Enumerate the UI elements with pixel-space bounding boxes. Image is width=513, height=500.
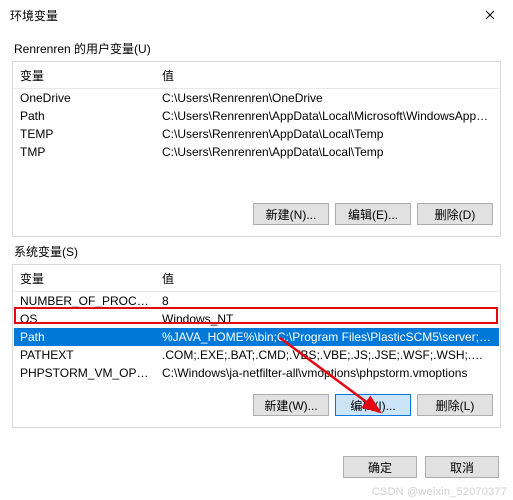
var-name: PHPSTORM_VM_OPTIONS xyxy=(14,365,156,381)
var-name: NUMBER_OF_PROCESSORS xyxy=(14,293,156,309)
var-name: TEMP xyxy=(14,126,156,142)
col-header-name[interactable]: 变量 xyxy=(14,63,156,88)
var-name: OS xyxy=(14,311,156,327)
col-header-value[interactable]: 值 xyxy=(156,63,499,88)
ok-button[interactable]: 确定 xyxy=(343,456,417,478)
watermark: CSDN @weixin_52070377 xyxy=(372,486,507,498)
list-item[interactable]: PROCESSOR_ARCHITECTUREAMD64 xyxy=(14,382,499,386)
cancel-button[interactable]: 取消 xyxy=(425,456,499,478)
system-vars-list[interactable]: 变量 值 NUMBER_OF_PROCESSORS8 OSWindows_NT … xyxy=(14,266,499,386)
list-item[interactable]: PATHEXT.COM;.EXE;.BAT;.CMD;.VBS;.VBE;.JS… xyxy=(14,346,499,364)
var-value: Windows_NT xyxy=(156,311,499,327)
var-value: %JAVA_HOME%\bin;C:\Program Files\Plastic… xyxy=(156,329,499,345)
system-list-header: 变量 值 xyxy=(14,266,499,292)
user-buttons: 新建(N)... 编辑(E)... 删除(D) xyxy=(14,195,499,235)
var-value: .COM;.EXE;.BAT;.CMD;.VBS;.VBE;.JS;.JSE;.… xyxy=(156,347,499,363)
titlebar: 环境变量 xyxy=(0,0,513,30)
edit-user-var-button[interactable]: 编辑(E)... xyxy=(335,203,411,225)
col-header-value[interactable]: 值 xyxy=(156,266,499,291)
col-header-name[interactable]: 变量 xyxy=(14,266,156,291)
edit-system-var-button[interactable]: 编辑(I)... xyxy=(335,394,411,416)
list-item-selected[interactable]: Path%JAVA_HOME%\bin;C:\Program Files\Pla… xyxy=(14,328,499,346)
list-item[interactable]: TMPC:\Users\Renrenren\AppData\Local\Temp xyxy=(14,143,499,161)
dialog-footer: 确定 取消 xyxy=(343,456,499,478)
delete-user-var-button[interactable]: 删除(D) xyxy=(417,203,493,225)
list-item[interactable]: PathC:\Users\Renrenren\AppData\Local\Mic… xyxy=(14,107,499,125)
system-buttons: 新建(W)... 编辑(I)... 删除(L) xyxy=(14,386,499,426)
var-name: OneDrive xyxy=(14,90,156,106)
list-item[interactable]: TEMPC:\Users\Renrenren\AppData\Local\Tem… xyxy=(14,125,499,143)
env-variables-dialog: 环境变量 Renrenren 的用户变量(U) 变量 值 OneDriveC:\… xyxy=(0,0,513,500)
var-value: 8 xyxy=(156,293,499,309)
list-item[interactable]: PHPSTORM_VM_OPTIONSC:\Windows\ja-netfilt… xyxy=(14,364,499,382)
var-name: Path xyxy=(14,329,156,345)
var-name: PROCESSOR_ARCHITECTURE xyxy=(14,383,156,386)
user-list-header: 变量 值 xyxy=(14,63,499,89)
list-item[interactable]: NUMBER_OF_PROCESSORS8 xyxy=(14,292,499,310)
delete-system-var-button[interactable]: 删除(L) xyxy=(417,394,493,416)
user-vars-label: Renrenren 的用户变量(U) xyxy=(14,40,501,57)
user-vars-list[interactable]: 变量 值 OneDriveC:\Users\Renrenren\OneDrive… xyxy=(14,63,499,195)
var-value: C:\Users\Renrenren\AppData\Local\Temp xyxy=(156,126,499,142)
close-button[interactable] xyxy=(475,4,505,26)
var-value: AMD64 xyxy=(156,383,499,386)
var-value: C:\Users\Renrenren\AppData\Local\Temp xyxy=(156,144,499,160)
var-value: C:\Windows\ja-netfilter-all\vmoptions\ph… xyxy=(156,365,499,381)
var-name: TMP xyxy=(14,144,156,160)
var-value: C:\Users\Renrenren\OneDrive xyxy=(156,90,499,106)
user-vars-group: 变量 值 OneDriveC:\Users\Renrenren\OneDrive… xyxy=(12,61,501,237)
var-name: Path xyxy=(14,108,156,124)
window-title: 环境变量 xyxy=(10,7,58,24)
var-value: C:\Users\Renrenren\AppData\Local\Microso… xyxy=(156,108,499,124)
var-name: PATHEXT xyxy=(14,347,156,363)
close-icon xyxy=(485,10,495,20)
dialog-content: Renrenren 的用户变量(U) 变量 值 OneDriveC:\Users… xyxy=(0,30,513,428)
list-item[interactable]: OSWindows_NT xyxy=(14,310,499,328)
new-system-var-button[interactable]: 新建(W)... xyxy=(253,394,329,416)
system-vars-group: 变量 值 NUMBER_OF_PROCESSORS8 OSWindows_NT … xyxy=(12,264,501,428)
new-user-var-button[interactable]: 新建(N)... xyxy=(253,203,329,225)
list-item[interactable]: OneDriveC:\Users\Renrenren\OneDrive xyxy=(14,89,499,107)
system-vars-label: 系统变量(S) xyxy=(14,243,501,260)
